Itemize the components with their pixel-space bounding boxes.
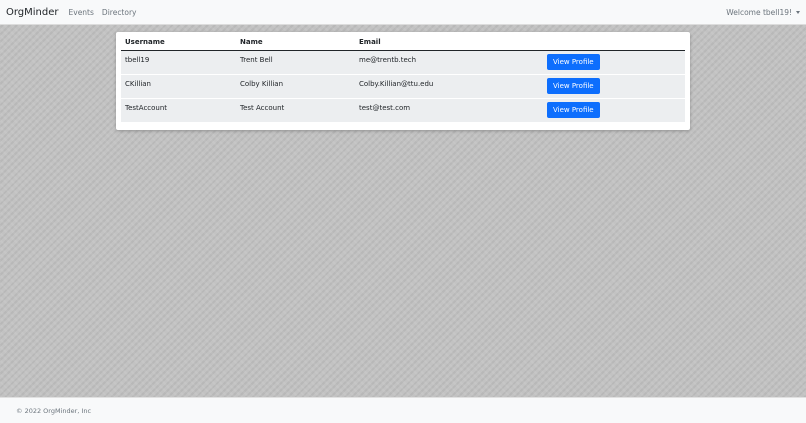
cell-email: me@trentb.tech: [355, 50, 543, 75]
nav-link-directory[interactable]: Directory: [102, 8, 137, 17]
cell-username: tbell19: [121, 50, 236, 75]
header-name: Name: [236, 35, 355, 51]
cell-action: View Profile: [543, 74, 685, 99]
cell-action: View Profile: [543, 98, 685, 123]
user-dropdown[interactable]: Welcome tbell19!: [726, 8, 800, 17]
navbar: OrgMinder Events Directory Welcome tbell…: [0, 0, 806, 25]
view-profile-button[interactable]: View Profile: [547, 54, 600, 70]
brand-link[interactable]: OrgMinder: [6, 7, 59, 18]
footer-copyright: © 2022 OrgMinder, Inc: [16, 406, 92, 415]
directory-card: Username Name Email tbell19 Trent Bell m…: [116, 32, 690, 130]
cell-action: View Profile: [543, 50, 685, 75]
cell-name: Colby Killian: [236, 74, 355, 99]
header-email: Email: [355, 35, 543, 51]
header-action: [543, 35, 685, 51]
welcome-text: Welcome tbell19!: [726, 7, 792, 17]
cell-name: Test Account: [236, 98, 355, 123]
directory-table: Username Name Email tbell19 Trent Bell m…: [121, 35, 685, 123]
footer: © 2022 OrgMinder, Inc: [0, 397, 806, 423]
cell-username: TestAccount: [121, 98, 236, 123]
cell-email: Colby.Killian@ttu.edu: [355, 74, 543, 99]
table-row: CKillian Colby Killian Colby.Killian@ttu…: [121, 74, 685, 99]
table-header-row: Username Name Email: [121, 35, 685, 51]
nav-link-events[interactable]: Events: [69, 8, 94, 17]
cell-username: CKillian: [121, 74, 236, 99]
cell-name: Trent Bell: [236, 50, 355, 75]
table-row: TestAccount Test Account test@test.com V…: [121, 98, 685, 123]
cell-email: test@test.com: [355, 98, 543, 123]
view-profile-button[interactable]: View Profile: [547, 78, 600, 94]
chevron-down-icon: [796, 10, 800, 14]
table-row: tbell19 Trent Bell me@trentb.tech View P…: [121, 50, 685, 75]
header-username: Username: [121, 35, 236, 51]
view-profile-button[interactable]: View Profile: [547, 102, 600, 118]
